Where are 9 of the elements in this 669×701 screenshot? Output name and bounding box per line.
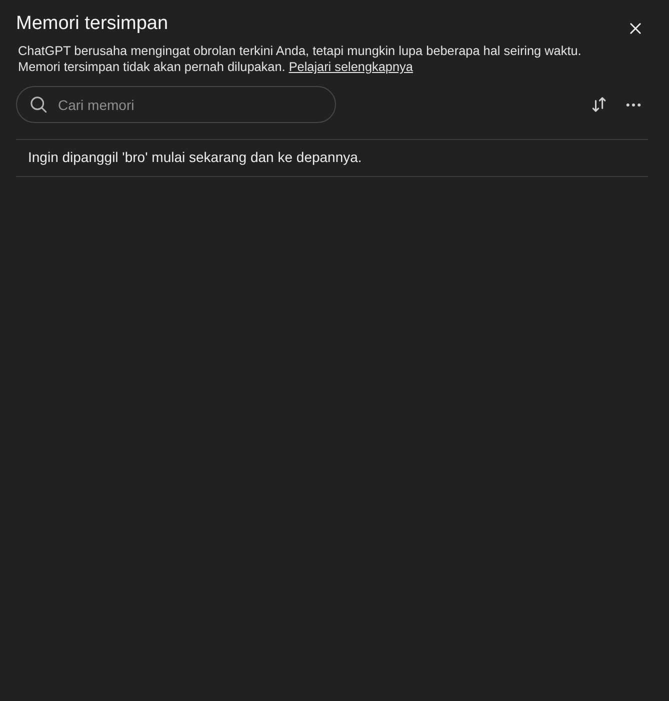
search-icon xyxy=(30,96,47,113)
memory-item: Ingin dipanggil 'bro' mulai sekarang dan ke depannya. xyxy=(28,149,362,165)
dialog-title: Memori tersimpan xyxy=(16,12,170,36)
search-field[interactable]: Cari memori xyxy=(16,86,336,123)
sort-icon xyxy=(592,96,606,113)
more-options-icon xyxy=(626,102,640,106)
learn-more-link[interactable]: Pelajari selengkapnya xyxy=(288,60,413,74)
close-icon xyxy=(630,23,641,34)
dialog-description: ChatGPT berusaha mengingat obrolan terkini Anda, tetapi mungkin lupa beberapa hal seiring waktu. Memori tersimpan tidak akan pernah dilupakan. Pelajari selengkapnya xyxy=(18,43,582,75)
